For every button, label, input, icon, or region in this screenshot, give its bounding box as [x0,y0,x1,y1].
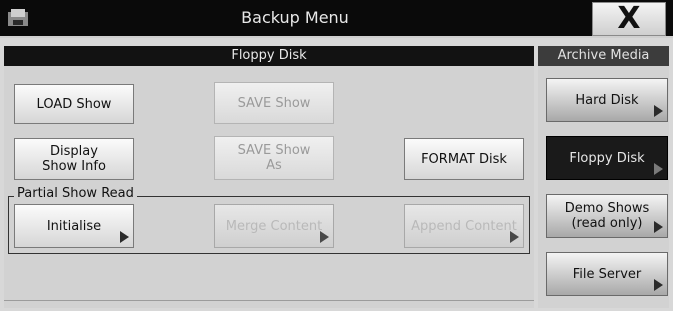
merge-content-button[interactable]: Merge Content [214,204,334,248]
save-show-as-button[interactable]: SAVE Show As [214,136,334,180]
sidebar-item-label: Hard Disk [575,92,639,108]
submenu-arrow-icon [654,163,663,175]
display-show-info-label: Display Show Info [42,144,106,174]
submenu-arrow-icon [320,231,329,243]
sidebar-item-file-server[interactable]: File Server [546,252,668,296]
save-show-as-label: SAVE Show As [237,143,311,173]
sidebar-item-hard-disk[interactable]: Hard Disk [546,78,668,122]
initialise-label: Initialise [46,218,102,234]
submenu-arrow-icon [654,279,663,291]
save-show-label: SAVE Show [237,95,311,111]
section-header: Floppy Disk [4,46,534,66]
sidebar-item-label: Floppy Disk [569,150,645,166]
submenu-arrow-icon [120,231,129,243]
window-title: Backup Menu [241,8,349,27]
initialise-button[interactable]: Initialise [14,204,134,248]
submenu-arrow-icon [510,231,519,243]
sidebar-item-demo-shows[interactable]: Demo Shows (read only) [546,194,668,238]
append-content-label: Append Content [411,218,517,234]
merge-content-label: Merge Content [225,218,323,234]
sidebar-item-label: File Server [572,266,642,282]
format-disk-button[interactable]: FORMAT Disk [404,138,524,180]
submenu-arrow-icon [654,105,663,117]
load-show-label: LOAD Show [36,96,112,112]
load-show-button[interactable]: LOAD Show [14,84,134,124]
close-button[interactable]: X [592,2,666,36]
format-disk-label: FORMAT Disk [421,151,507,167]
title-bar: Backup Menu X [0,0,673,38]
sidebar-item-floppy-disk[interactable]: Floppy Disk [546,136,668,180]
partial-show-read-label: Partial Show Read [14,186,137,202]
submenu-arrow-icon [654,221,663,233]
save-show-button[interactable]: SAVE Show [214,82,334,124]
sidebar-header: Archive Media [538,46,669,66]
display-show-info-button[interactable]: Display Show Info [14,138,134,180]
sidebar-item-label: Demo Shows (read only) [564,201,650,231]
append-content-button[interactable]: Append Content [404,204,524,248]
divider [4,300,534,301]
